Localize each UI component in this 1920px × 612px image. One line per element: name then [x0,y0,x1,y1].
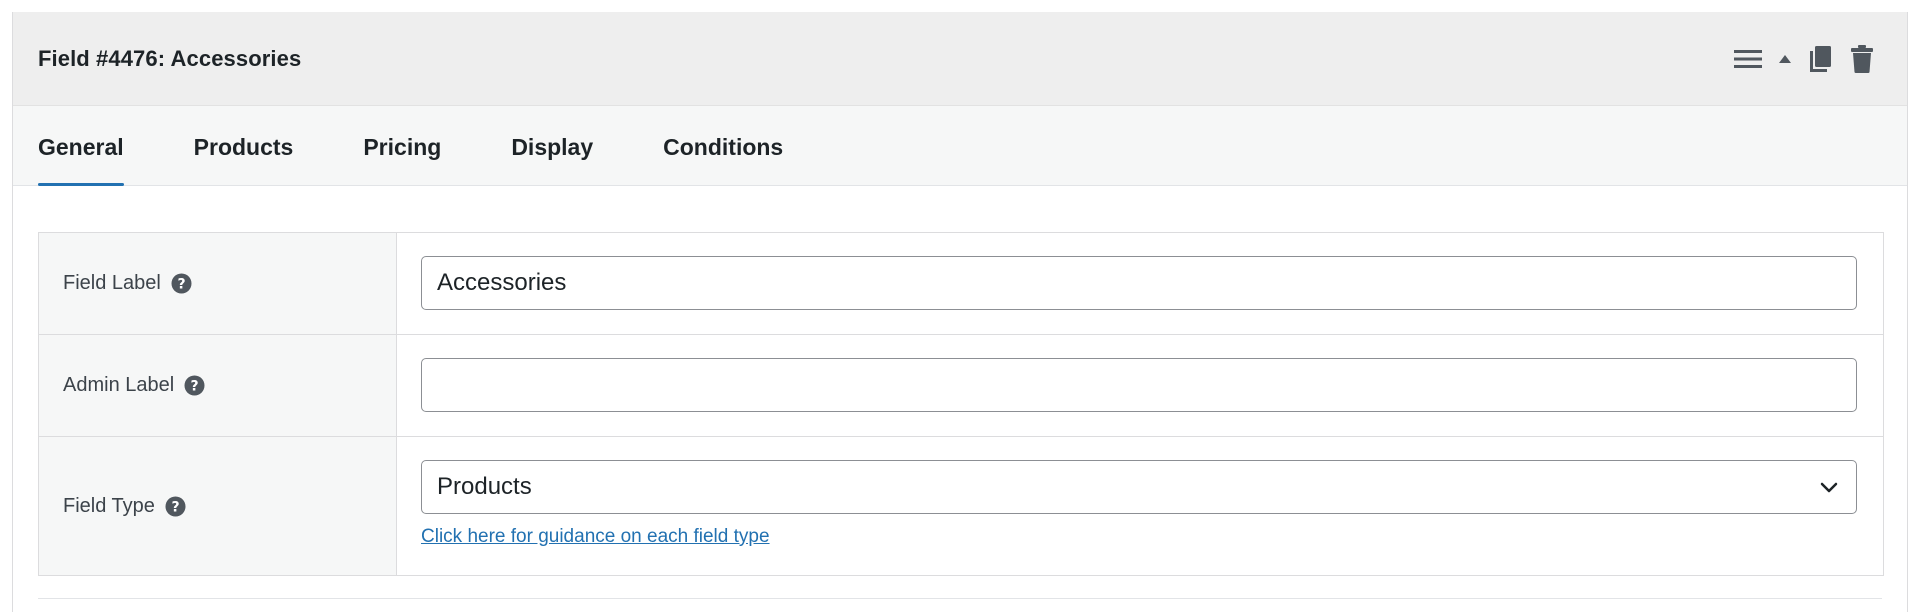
field-type-guidance-link[interactable]: Click here for guidance on each field ty… [421,526,770,548]
tab-bar: General Products Pricing Display Conditi… [13,106,1907,186]
field-label-value-cell [397,233,1883,334]
field-type-select[interactable]: Products [421,460,1857,514]
form-wrap: Field Label ? Admin Label [13,186,1907,576]
field-type-selected: Products [437,473,532,500]
tab-conditions[interactable]: Conditions [663,106,783,185]
field-type-text: Field Type [63,494,155,517]
hamburger-menu-icon[interactable] [1733,44,1763,74]
admin-label-value-cell [397,335,1883,436]
field-type-row: Field Type ? Products Click here for gui… [39,437,1883,575]
svg-text:?: ? [177,277,185,293]
field-label-cell: Field Label ? [39,233,397,334]
field-label-row: Field Label ? [39,233,1883,335]
trash-icon[interactable] [1847,44,1877,74]
field-title: Field #4476: Accessories [38,45,302,71]
field-label-input[interactable] [421,256,1857,310]
svg-text:?: ? [191,379,199,395]
svg-text:?: ? [171,499,179,515]
divider [38,598,1882,599]
header-actions [1733,12,1877,106]
question-circle-icon[interactable]: ? [171,273,192,294]
field-header[interactable]: Field #4476: Accessories [13,12,1907,106]
caret-up-icon[interactable] [1775,44,1795,74]
admin-label-cell: Admin Label ? [39,335,397,436]
question-circle-icon[interactable]: ? [165,496,186,517]
tab-products[interactable]: Products [194,106,294,185]
question-circle-icon[interactable]: ? [184,375,205,396]
field-type-cell: Field Type ? [39,437,397,575]
field-panel: Field #4476: Accessories General Product… [12,12,1908,612]
tab-general[interactable]: General [38,106,124,186]
field-type-value-cell: Products Click here for guidance on each… [397,437,1883,575]
field-label-text: Field Label [63,272,161,294]
admin-label-text: Admin Label [63,374,175,396]
admin-label-row: Admin Label ? [39,335,1883,437]
tab-pricing[interactable]: Pricing [363,106,441,185]
tab-display[interactable]: Display [511,106,593,185]
admin-label-input[interactable] [421,358,1857,412]
chevron-down-icon [1818,476,1840,498]
copy-icon[interactable] [1805,44,1835,74]
settings-table: Field Label ? Admin Label [38,232,1884,576]
